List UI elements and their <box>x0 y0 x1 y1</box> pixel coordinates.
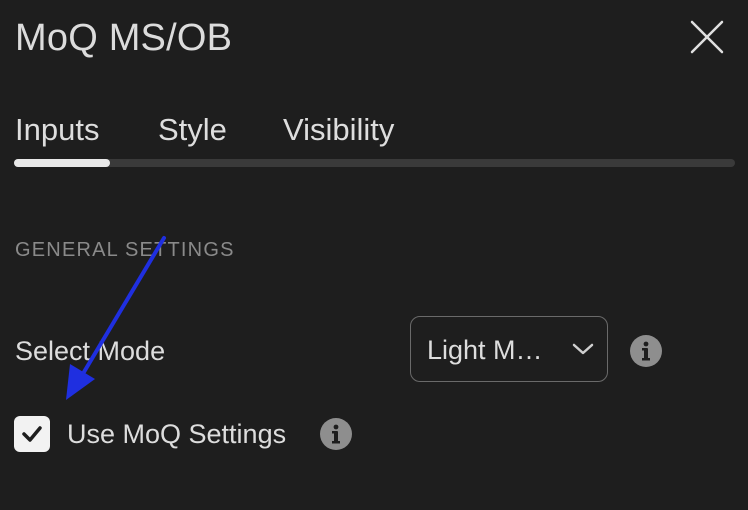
close-button[interactable] <box>688 18 726 56</box>
use-moq-label[interactable]: Use MoQ Settings <box>67 417 286 451</box>
tab-inputs[interactable]: Inputs <box>15 106 99 154</box>
checkmark-icon <box>22 426 42 442</box>
select-mode-info-button[interactable] <box>630 335 662 367</box>
info-icon <box>332 424 340 444</box>
use-moq-info-button[interactable] <box>320 418 352 450</box>
section-heading: GENERAL SETTINGS <box>15 239 235 261</box>
tab-track <box>14 159 735 167</box>
info-icon <box>642 341 650 361</box>
tab-visibility[interactable]: Visibility <box>283 106 394 154</box>
mode-select-value: Light M… <box>427 335 543 365</box>
mode-select[interactable]: Light M… <box>410 316 608 382</box>
select-mode-label: Select Mode <box>15 336 166 366</box>
active-tab-indicator <box>14 159 110 167</box>
chevron-down-icon <box>572 343 594 355</box>
use-moq-checkbox[interactable] <box>14 416 50 452</box>
close-icon <box>690 20 724 54</box>
tab-style[interactable]: Style <box>158 106 227 154</box>
dialog-title: MoQ MS/OB <box>15 17 233 59</box>
